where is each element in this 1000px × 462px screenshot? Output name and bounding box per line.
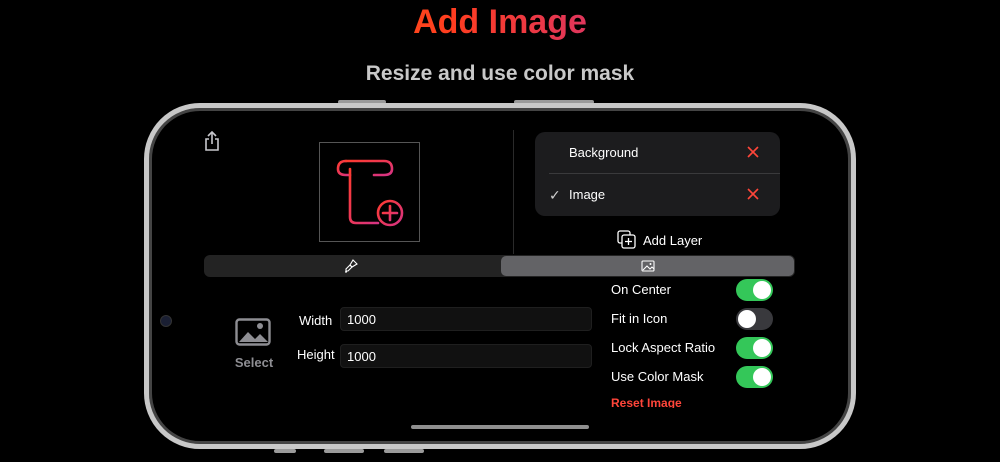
width-field[interactable]: 1000 xyxy=(340,307,592,331)
add-layer-icon xyxy=(617,230,636,249)
share-icon[interactable] xyxy=(202,130,222,152)
photo-icon xyxy=(235,318,271,346)
delete-layer-icon[interactable] xyxy=(745,186,761,202)
width-label: Width xyxy=(299,313,333,328)
use-color-mask-label: Use Color Mask xyxy=(611,369,704,384)
select-label: Select xyxy=(234,355,274,370)
scroll-add-icon xyxy=(336,159,404,227)
home-indicator[interactable] xyxy=(411,425,589,429)
on-center-toggle[interactable] xyxy=(736,279,773,301)
delete-layer-icon[interactable] xyxy=(745,144,761,160)
layer-check-icon: ✓ xyxy=(549,187,561,203)
add-layer-label: Add Layer xyxy=(643,233,703,248)
height-label: Height xyxy=(297,347,335,362)
brush-icon xyxy=(344,259,358,273)
headline-subtitle: Resize and use color mask xyxy=(365,62,635,85)
image-icon xyxy=(641,259,655,273)
on-center-label: On Center xyxy=(611,282,671,297)
camera-icon xyxy=(160,315,172,327)
layer-name: Background xyxy=(569,145,639,160)
height-field[interactable]: 1000 xyxy=(340,344,592,368)
phone-bottom-button xyxy=(274,449,296,453)
phone-bottom-button xyxy=(324,449,364,453)
tab-brush[interactable] xyxy=(204,255,499,277)
reset-image-button[interactable]: Reset Image xyxy=(611,396,682,408)
fit-in-icon-label: Fit in Icon xyxy=(611,311,668,326)
layer-row-background[interactable]: Background xyxy=(535,132,780,174)
phone-bottom-button xyxy=(384,449,424,453)
headline-title: Add Image xyxy=(0,2,1000,42)
panel-divider xyxy=(513,130,514,254)
lock-aspect-ratio-label: Lock Aspect Ratio xyxy=(611,340,716,355)
lock-aspect-ratio-toggle[interactable] xyxy=(736,337,773,359)
icon-preview xyxy=(319,142,420,242)
layer-name: Image xyxy=(569,187,606,202)
mode-segmented-control xyxy=(204,255,795,277)
tab-image[interactable] xyxy=(501,256,794,276)
use-color-mask-toggle[interactable] xyxy=(736,366,773,388)
layers-list: Background ✓ Image xyxy=(535,132,780,216)
layer-row-image[interactable]: ✓ Image xyxy=(535,174,780,216)
fit-in-icon-toggle[interactable] xyxy=(736,308,773,330)
